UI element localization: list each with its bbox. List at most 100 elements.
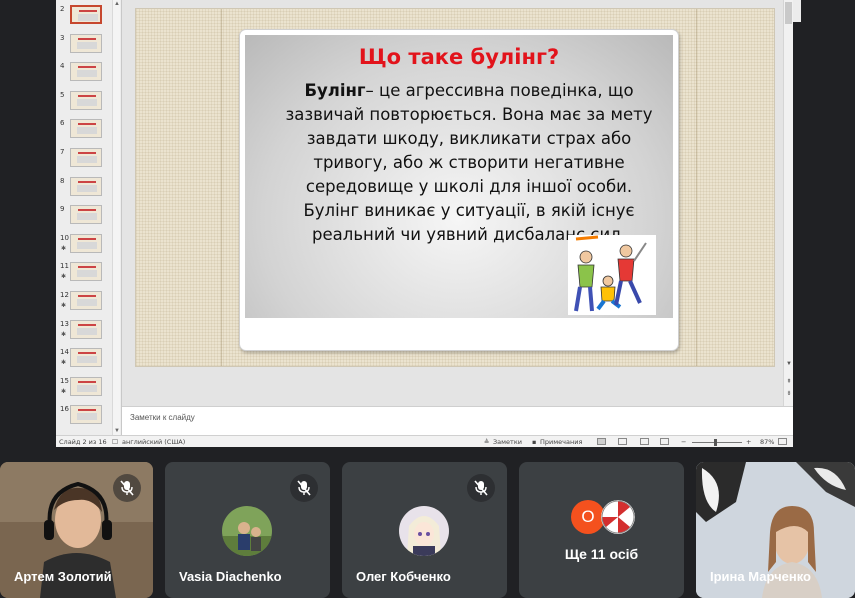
thumbnail-title-line [78, 37, 96, 40]
slide-thumbnail-image [70, 5, 102, 24]
participant-tile[interactable]: Артем Золотий [0, 462, 153, 598]
fit-slide-icon[interactable] [778, 438, 787, 445]
prev-slide-icon[interactable]: ⇞ [784, 378, 793, 386]
slide-thumbnail-image [70, 176, 102, 196]
slide-content-card: Що таке булінг? Булінг– це агрессивна по… [239, 29, 679, 351]
participant-name: Vasia Diachenko [179, 569, 282, 584]
slide-thumbnail-image [70, 319, 102, 339]
thumbnail-title-line [79, 10, 97, 12]
participant-tile[interactable]: Vasia Diachenko [165, 462, 330, 598]
thumbnail-content-block [77, 299, 97, 306]
zoom-in-button[interactable]: + [746, 438, 751, 446]
language-indicator[interactable]: английский (США) [122, 438, 185, 446]
muted-mic-icon [467, 474, 495, 502]
thumbnail-title-line [78, 295, 96, 297]
notes-placeholder[interactable]: Заметки к слайду [130, 413, 195, 422]
animation-star-icon: ✱ [61, 360, 67, 367]
animation-star-icon: ✱ [61, 245, 67, 252]
slide-background-panel-left [136, 9, 222, 366]
thumbnail-title-line [78, 380, 96, 383]
thumbnail-title-line [78, 94, 96, 97]
shared-screen: 2 3 4 5 6 7 8 9 10 ✱ 11 ✱ 12 ✱ 13 ✱ 14 ✱ 15 ✱ 16 ▲ ▼ Що таке… [56, 0, 793, 447]
thumbnail-title-line [78, 323, 96, 326]
thumbnail-title-line [78, 352, 96, 355]
slide-sorter-icon[interactable] [618, 438, 627, 445]
next-slide-icon[interactable]: ⇟ [784, 390, 793, 398]
participant-name: Ірина Марченко [710, 569, 811, 584]
slide-thumbnail-image [70, 262, 102, 282]
slide-thumbnail-image [70, 405, 102, 425]
notes-button[interactable]: Заметки [493, 438, 522, 446]
participant-name: Олег Кобченко [356, 569, 451, 584]
zoom-slider-knob[interactable] [714, 439, 717, 446]
comments-button[interactable]: Примечания [540, 438, 582, 446]
bullying-illustration[interactable] [568, 235, 656, 315]
thumbnail-content-block [77, 327, 97, 335]
participant-tile[interactable]: Олег Кобченко [342, 462, 507, 598]
participant-tile[interactable]: Ірина Марченко [696, 462, 855, 598]
slide-thumbnail-number: 2 [60, 5, 65, 13]
slide-thumbnail-image [70, 205, 102, 225]
scrollbar-thumb[interactable] [785, 2, 792, 24]
thumbnail-content-block [77, 184, 97, 192]
slide-thumbnail-number: 4 [60, 62, 65, 71]
slideshow-icon[interactable] [660, 438, 669, 445]
thumbnail-title-line [78, 152, 96, 154]
slide-thumbnail-number: 16 [60, 405, 69, 414]
scroll-down-arrow-icon[interactable]: ▼ [784, 360, 793, 368]
zoom-out-button[interactable]: − [681, 438, 686, 446]
animation-star-icon: ✱ [61, 331, 67, 338]
normal-view-icon[interactable] [597, 438, 606, 445]
screen-edge [793, 0, 855, 447]
muted-mic-icon [290, 474, 318, 502]
slide-thumbnail-image [70, 62, 102, 82]
slide-title[interactable]: Що таке булінг? [245, 45, 673, 69]
thumbnail-content-block [77, 384, 97, 392]
slide-thumbnail-number: 14 [60, 348, 69, 357]
zoom-level[interactable]: 87% [760, 438, 774, 446]
slide-thumbnail-number: 6 [60, 119, 65, 128]
slide-thumbnail-image [70, 119, 102, 139]
avatar [222, 506, 272, 556]
notes-toggle-icon[interactable]: ≜ [484, 438, 489, 446]
animation-star-icon: ✱ [61, 303, 67, 309]
slide-thumbnail-number: 7 [60, 148, 65, 156]
more-participants-label: Ще 11 осіб [564, 546, 639, 562]
thumbnail-title-line [78, 409, 96, 412]
slide-thumbnail-number: 15 [60, 376, 69, 385]
thumbnail-scrollbar[interactable]: ▲ ▼ [112, 0, 120, 435]
thumbnail-content-block [77, 356, 97, 364]
thumbnail-content-block [77, 41, 97, 49]
avatar: О [571, 500, 605, 534]
thumbnail-content-block [77, 127, 97, 135]
avatar [399, 506, 449, 556]
thumbnail-content-block [77, 70, 97, 78]
thumbnail-title-line [78, 266, 96, 269]
slide-thumbnail-number: 5 [60, 90, 65, 99]
scroll-down-icon[interactable]: ▼ [113, 427, 121, 435]
avatar [601, 500, 635, 534]
scroll-up-icon[interactable]: ▲ [113, 0, 121, 8]
slide-thumbnail-number: 3 [60, 33, 65, 42]
animation-star-icon: ✱ [61, 388, 67, 395]
spellcheck-icon[interactable]: ☐ [112, 438, 118, 446]
slide-background-panel-right [696, 9, 774, 366]
muted-mic-icon [113, 474, 141, 502]
comments-icon[interactable]: ▪ [532, 438, 536, 446]
thumbnail-title-line [78, 66, 96, 69]
zoom-slider[interactable] [692, 442, 742, 443]
window-edge [793, 0, 801, 22]
slide-body-text[interactable]: Булінг– це агрессивна поведінка, що зазв… [277, 79, 661, 247]
thumbnail-title-line [78, 237, 96, 240]
slide-thumbnail-number: 13 [60, 319, 69, 328]
editor-scrollbar[interactable]: ▼ ⇞ ⇟ [783, 0, 793, 406]
slide-body-term: Булінг [304, 81, 366, 100]
notes-pane[interactable]: Заметки к слайду [122, 406, 793, 435]
thumbnail-content-block [77, 413, 97, 421]
reading-view-icon[interactable] [640, 438, 649, 445]
more-participants-tile[interactable]: О Ще 11 осіб [519, 462, 684, 598]
slide-thumbnail-image [70, 33, 102, 53]
slide-canvas[interactable]: Що таке булінг? Булінг– це агрессивна по… [135, 8, 775, 367]
slide-thumbnail-image [70, 148, 102, 167]
slide-thumbnail-image [70, 90, 102, 110]
